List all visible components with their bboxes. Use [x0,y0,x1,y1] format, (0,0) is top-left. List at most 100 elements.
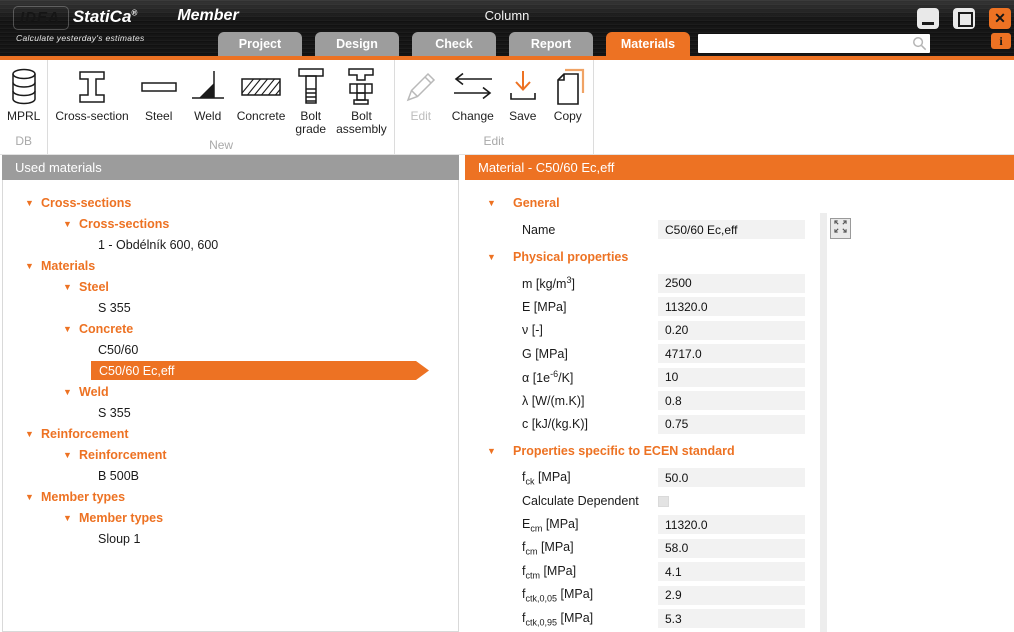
tree-item-label: S 355 [98,301,131,315]
tree-item-s-355[interactable]: S 355 [3,402,458,423]
tab-check[interactable]: Check [412,32,496,56]
collapse-triangle-icon[interactable]: ▼ [487,252,513,262]
material-properties: ▼GeneralName▼Physical propertiesm [kg/m3… [465,180,825,631]
collapse-triangle-icon[interactable]: ▼ [63,219,79,229]
collapse-triangle-icon[interactable]: ▼ [25,198,41,208]
tree-item-cross-sections[interactable]: ▼Cross-sections [3,213,458,234]
tree-item-weld[interactable]: ▼Weld [3,381,458,402]
tab-materials[interactable]: Materials [606,32,690,56]
info-button[interactable]: i [991,33,1011,49]
tree-item-label: B 500B [98,469,139,483]
app-window: IDEA StatiCa® Member Calculate yesterday… [0,0,1014,632]
prop-row-fctk005: fctk,0,05 [MPa] [465,584,825,608]
tab-report[interactable]: Report [509,32,593,56]
ribbon-button-bolt-assembly[interactable]: Bolt assembly [331,63,392,136]
collapse-triangle-icon[interactable]: ▼ [25,492,41,502]
prop-label-fctk095: fctk,0,95 [MPa] [522,611,658,628]
prop-field-fcm[interactable] [658,539,805,558]
prop-label-lambda: λ [W/(m.K)] [522,394,658,408]
tree-item-cross-sections[interactable]: ▼Cross-sections [3,192,458,213]
vertical-scrollbar[interactable] [820,213,827,632]
collapse-triangle-icon[interactable]: ▼ [487,198,513,208]
tree-item-label: S 355 [98,406,131,420]
collapse-triangle-icon[interactable]: ▼ [25,429,41,439]
collapse-triangle-icon[interactable]: ▼ [63,324,79,334]
ribbon-group-label: Edit [397,132,591,154]
ribbon-button-copy[interactable]: Copy [545,63,591,123]
materials-tree: ▼Cross-sections▼Cross-sections1 - Obdéln… [2,180,459,632]
search-box[interactable] [698,34,930,53]
app-tagline: Calculate yesterday's estimates [16,33,145,43]
tree-item-reinforcement[interactable]: ▼Reinforcement [3,423,458,444]
tree-item-member-types[interactable]: ▼Member types [3,486,458,507]
copy-icon [550,65,586,109]
tab-design[interactable]: Design [315,32,399,56]
ribbon-button-edit[interactable]: Edit [397,63,445,123]
database-icon [9,65,39,109]
tab-project[interactable]: Project [218,32,302,56]
ribbon-button-save[interactable]: Save [501,63,545,123]
collapse-triangle-icon[interactable]: ▼ [63,387,79,397]
prop-field-e[interactable] [658,297,805,316]
collapse-triangle-icon[interactable]: ▼ [63,513,79,523]
ribbon-button-change[interactable]: Change [445,63,501,123]
maximize-button[interactable] [953,8,975,29]
material-detail-panel: Material - C50/60 Ec,eff ▼GeneralName▼Ph… [465,155,1014,632]
prop-field-m[interactable] [658,274,805,293]
prop-checkbox-calculate-dependent[interactable] [658,496,669,507]
prop-field-nu[interactable] [658,321,805,340]
tree-item-materials[interactable]: ▼Materials [3,255,458,276]
tree-item-reinforcement[interactable]: ▼Reinforcement [3,444,458,465]
prop-label-fctk005: fctk,0,05 [MPa] [522,587,658,604]
prop-row-lambda: λ [W/(m.K)] [465,389,825,413]
section-header: ▼Physical properties [465,242,825,272]
close-button[interactable]: ✕ [989,8,1011,29]
minimize-button[interactable] [917,8,939,29]
tree-item-c50-60-ec-eff[interactable]: C50/60 Ec,eff [3,360,458,381]
ribbon-button-cross-section[interactable]: Cross-section [50,63,133,123]
ribbon-button-concrete[interactable]: Concrete [232,63,291,123]
prop-field-fctk095[interactable] [658,609,805,628]
tree-item-label: Member types [79,511,163,525]
tree-item-concrete[interactable]: ▼Concrete [3,318,458,339]
prop-row-name: Name [465,218,825,242]
tree-item-steel[interactable]: ▼Steel [3,276,458,297]
tree-item-label: Concrete [79,322,133,336]
collapse-triangle-icon[interactable]: ▼ [63,450,79,460]
tree-item-s-355[interactable]: S 355 [3,297,458,318]
ribbon-button-label: Copy [554,110,582,123]
prop-field-lambda[interactable] [658,391,805,410]
collapse-triangle-icon[interactable]: ▼ [487,446,513,456]
prop-row-c: c [kJ/(kg.K)] [465,413,825,437]
material-detail-body: ▼GeneralName▼Physical propertiesm [kg/m3… [465,180,1014,632]
prop-field-ecm[interactable] [658,515,805,534]
ribbon-button-steel[interactable]: Steel [134,63,184,123]
tree-item-c50-60[interactable]: C50/60 [3,339,458,360]
ribbon-button-bolt-grade[interactable]: Bolt grade [290,63,331,136]
prop-field-fctk005[interactable] [658,586,805,605]
prop-field-c[interactable] [658,415,805,434]
ribbon-button-weld[interactable]: Weld [184,63,232,123]
collapse-triangle-icon[interactable]: ▼ [25,261,41,271]
tree-item-1-obd-ln-k-600-600[interactable]: 1 - Obdélník 600, 600 [3,234,458,255]
prop-row-e: E [MPa] [465,295,825,319]
prop-field-fctm[interactable] [658,562,805,581]
prop-field-alpha[interactable] [658,368,805,387]
edit-pencil-icon [402,65,440,109]
tree-item-sloup-1[interactable]: Sloup 1 [3,528,458,549]
prop-field-g[interactable] [658,344,805,363]
prop-row-ecm: Ecm [MPa] [465,513,825,537]
fit-view-button[interactable] [830,218,851,239]
prop-field-fck[interactable] [658,468,805,487]
prop-row-alpha: α [1e-6/K] [465,366,825,390]
prop-field-name[interactable] [658,220,805,239]
search-input[interactable] [698,34,930,53]
cross-section-icon [76,65,108,109]
tree-item-b-500b[interactable]: B 500B [3,465,458,486]
ribbon-button-label: Change [452,110,494,123]
ribbon-button-mprl[interactable]: MPRL [2,63,45,123]
tree-item-label: Cross-sections [41,196,131,210]
tree-item-member-types[interactable]: ▼Member types [3,507,458,528]
ribbon-toolbar: MPRLDBCross-sectionSteelWeldConcreteBolt… [0,60,1014,155]
collapse-triangle-icon[interactable]: ▼ [63,282,79,292]
